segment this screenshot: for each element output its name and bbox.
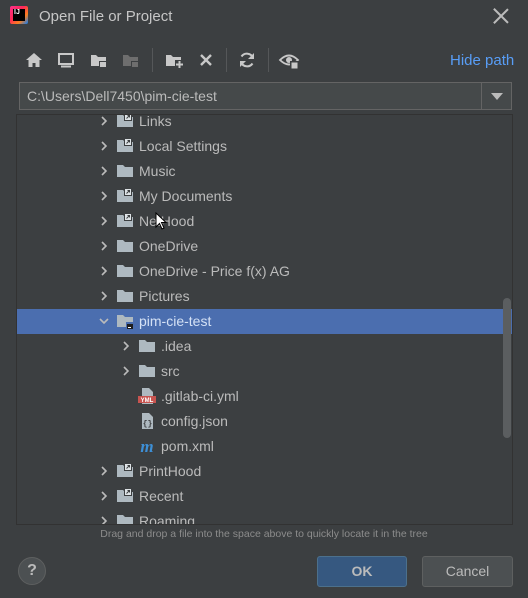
tree-row-label: OneDrive - Price f(x) AG	[139, 263, 290, 279]
chevron-right-icon[interactable]	[121, 341, 130, 351]
svg-text:m: m	[140, 438, 153, 454]
chevron-right-icon[interactable]	[99, 141, 108, 151]
svg-text:YML: YML	[141, 398, 154, 404]
chevron-right-icon[interactable]	[99, 191, 108, 201]
title-bar: IJ Open File or Project	[0, 0, 528, 32]
toolbar-separator	[152, 48, 153, 72]
tree-row[interactable]: pim-cie-test	[17, 309, 512, 334]
tree-row[interactable]: {} config.json	[17, 409, 512, 434]
tree-row-label: config.json	[161, 413, 228, 429]
tree-row[interactable]: Links	[17, 114, 512, 134]
tree-row[interactable]: YML .gitlab-ci.yml	[17, 384, 512, 409]
yml-file-icon: YML	[138, 388, 156, 404]
chevron-right-icon[interactable]	[99, 466, 108, 476]
show-hidden-icon[interactable]	[277, 48, 301, 72]
tree-row-label: PrintHood	[139, 463, 202, 479]
chevron-right-icon[interactable]	[99, 516, 108, 524]
tree-row[interactable]: OneDrive	[17, 234, 512, 259]
project-folder-icon[interactable]	[87, 48, 111, 72]
chevron-right-icon[interactable]	[99, 291, 108, 301]
tree-row-label: Roaming	[139, 513, 196, 525]
chevron-right-icon[interactable]	[99, 266, 108, 276]
tree-row[interactable]: Roaming	[17, 509, 512, 525]
intellij-app-icon: IJ	[10, 6, 28, 24]
tree-row[interactable]: My Documents	[17, 184, 512, 209]
desktop-icon[interactable]	[54, 48, 78, 72]
tree-row[interactable]: PrintHood	[17, 459, 512, 484]
tree-row-label: Links	[139, 114, 172, 129]
tree-row-label: .gitlab-ci.yml	[161, 388, 239, 404]
app-icon-text: IJ	[13, 9, 25, 21]
tree-row-label: Pictures	[139, 288, 190, 304]
tree-row[interactable]: m pom.xml	[17, 434, 512, 459]
folder-icon	[116, 288, 134, 304]
project-folder-icon	[116, 313, 134, 329]
chevron-right-icon[interactable]	[99, 216, 108, 226]
path-combobox[interactable]	[19, 82, 512, 110]
tree-row-label: src	[161, 363, 180, 379]
toolbar-separator	[226, 48, 227, 72]
chevron-right-icon[interactable]	[99, 166, 108, 176]
close-icon[interactable]	[490, 5, 512, 27]
delete-icon[interactable]	[194, 48, 218, 72]
folder-link-icon	[116, 188, 134, 204]
tree-scrollbar[interactable]	[503, 298, 511, 438]
tree-row-label: My Documents	[139, 188, 233, 204]
folder-link-icon	[116, 138, 134, 154]
tree-row-label: Local Settings	[139, 138, 227, 154]
folder-link-icon	[116, 488, 134, 504]
tree-row[interactable]: OneDrive - Price f(x) AG	[17, 259, 512, 284]
folder-link-icon	[116, 115, 134, 129]
module-folder-icon[interactable]	[119, 48, 143, 72]
tree-row-label: OneDrive	[139, 238, 199, 254]
tree-row-label: Recent	[139, 488, 184, 504]
tree-row[interactable]: Recent	[17, 484, 512, 509]
folder-icon	[116, 163, 134, 179]
new-folder-icon[interactable]	[162, 48, 186, 72]
refresh-icon[interactable]	[235, 48, 259, 72]
maven-file-icon: m	[138, 437, 156, 456]
home-icon[interactable]	[22, 48, 46, 72]
chevron-right-icon[interactable]	[99, 116, 108, 126]
drag-drop-hint: Drag and drop a file into the space abov…	[100, 528, 428, 540]
folder-icon	[138, 338, 156, 354]
window-title: Open File or Project	[39, 8, 173, 25]
folder-link-icon	[116, 213, 134, 229]
chevron-right-icon[interactable]	[99, 491, 108, 501]
mouse-cursor-icon	[155, 212, 167, 230]
tree-row-label: .idea	[161, 338, 192, 354]
tree-row[interactable]: src	[17, 359, 512, 384]
folder-icon	[116, 238, 134, 254]
tree-row[interactable]: Pictures	[17, 284, 512, 309]
tree-row-label: Music	[139, 163, 176, 179]
path-input[interactable]	[20, 83, 480, 109]
folder-icon	[116, 513, 134, 524]
svg-text:{}: {}	[143, 420, 153, 429]
cancel-button[interactable]: Cancel	[422, 556, 513, 587]
folder-icon	[116, 263, 134, 279]
tree-row[interactable]: NetHood	[17, 209, 512, 234]
tree-row-label: pim-cie-test	[139, 313, 212, 329]
toolbar-separator	[268, 48, 269, 72]
hide-path-link[interactable]: Hide path	[450, 52, 514, 69]
tree-row[interactable]: Music	[17, 159, 512, 184]
chevron-right-icon[interactable]	[99, 241, 108, 251]
json-file-icon: {}	[138, 413, 156, 429]
ok-button[interactable]: OK	[317, 556, 407, 587]
tree-row[interactable]: .idea	[17, 334, 512, 359]
file-tree[interactable]: Links Local Settings Music My Documents NetH…	[16, 114, 513, 525]
help-button[interactable]: ?	[18, 557, 46, 585]
toolbar	[20, 46, 440, 74]
tree-row[interactable]: Local Settings	[17, 134, 512, 159]
folder-link-icon	[116, 463, 134, 479]
chevron-right-icon[interactable]	[121, 366, 130, 376]
chevron-down-icon[interactable]	[481, 83, 512, 109]
chevron-down-icon[interactable]	[99, 316, 109, 325]
tree-row-label: pom.xml	[161, 438, 214, 454]
folder-icon	[138, 363, 156, 379]
